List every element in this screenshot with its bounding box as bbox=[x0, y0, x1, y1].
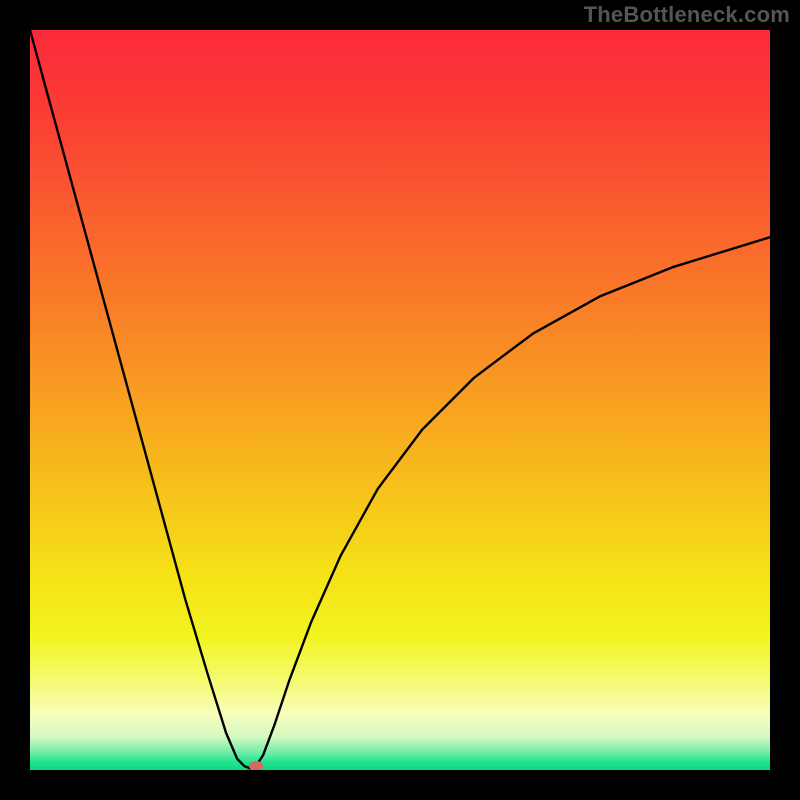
bottleneck-curve bbox=[30, 30, 770, 769]
curve-layer bbox=[30, 30, 770, 770]
plot-area bbox=[30, 30, 770, 770]
watermark-text: TheBottleneck.com bbox=[584, 2, 790, 28]
chart-frame: TheBottleneck.com bbox=[0, 0, 800, 800]
optimal-point-marker bbox=[249, 761, 263, 770]
